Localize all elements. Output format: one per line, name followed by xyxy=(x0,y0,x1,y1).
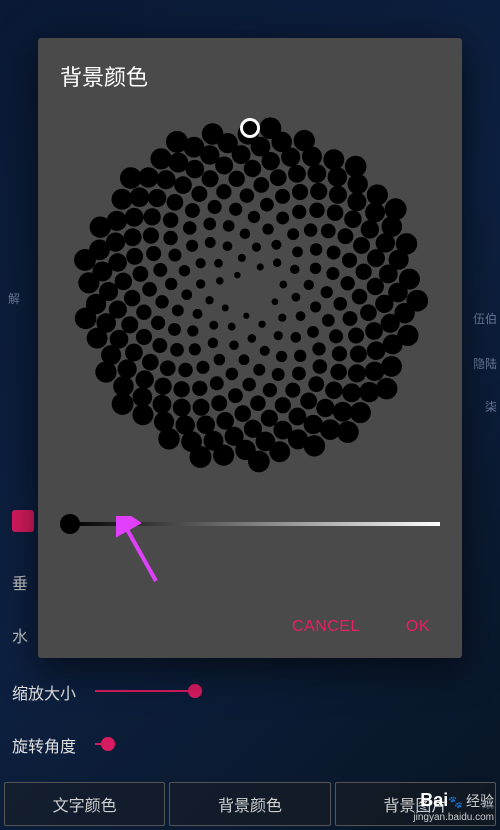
color-swatch-wheel[interactable] xyxy=(65,110,435,480)
bg-fragment: 解 xyxy=(8,290,20,307)
watermark-brand: Bai xyxy=(420,790,448,810)
brightness-thumb[interactable] xyxy=(60,514,80,534)
vertical-label: 垂 xyxy=(12,570,28,594)
color-picker-dialog: 背景颜色 CANCEL OK xyxy=(38,38,462,658)
zoom-label: 缩放大小 xyxy=(12,680,76,704)
dialog-title: 背景颜色 xyxy=(60,60,440,92)
rotate-label: 旋转角度 xyxy=(12,733,76,757)
cancel-button[interactable]: CANCEL xyxy=(292,618,360,636)
tab-bg-color[interactable]: 背景颜色 xyxy=(169,782,330,826)
horizontal-label: 水 xyxy=(12,623,28,647)
checkbox[interactable] xyxy=(12,510,34,532)
rotate-slider-thumb[interactable] xyxy=(101,737,115,751)
watermark-url: jingyan.baidu.com xyxy=(413,812,494,824)
bg-fragment: 伍伯 xyxy=(473,310,497,327)
bg-fragment: 隐陆 xyxy=(473,355,497,372)
brightness-track xyxy=(70,522,440,526)
watermark: Bai🐾 经验 jingyan.baidu.com xyxy=(413,790,494,824)
tab-text-color[interactable]: 文字颜色 xyxy=(4,782,165,826)
watermark-sub: 经验 xyxy=(466,793,494,809)
zoom-slider-thumb[interactable] xyxy=(188,684,202,698)
selected-color-ring[interactable] xyxy=(240,118,260,138)
bg-fragment: 柒 xyxy=(485,398,497,415)
brightness-slider[interactable] xyxy=(60,514,440,534)
zoom-slider-track[interactable] xyxy=(95,690,195,692)
ok-button[interactable]: OK xyxy=(406,618,430,636)
dialog-actions: CANCEL OK xyxy=(60,618,440,642)
